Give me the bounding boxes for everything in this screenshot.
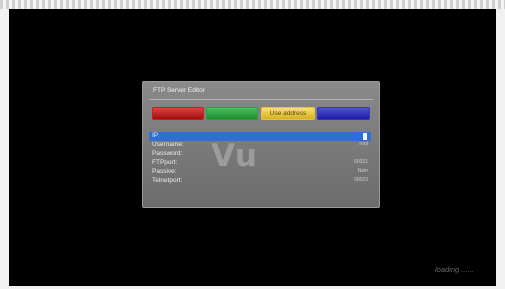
- field-label: Username:: [152, 141, 184, 148]
- field-label: Passive:: [152, 168, 177, 175]
- tv-screen: FTP Server Editor Use address Vu IP User…: [9, 9, 496, 286]
- top-edge-strip: [0, 0, 505, 9]
- field-value: 00021: [354, 159, 368, 165]
- field-row-ip[interactable]: IP: [149, 132, 371, 141]
- text-cursor-icon: [363, 133, 367, 140]
- loading-indicator: loading ......: [435, 265, 474, 274]
- field-row-password[interactable]: Password:: [149, 150, 371, 159]
- field-row-ftpport[interactable]: FTPport: 00021: [149, 159, 371, 168]
- field-label: IP: [152, 132, 159, 139]
- field-value: Nein: [357, 168, 368, 174]
- field-row-passive[interactable]: Passive: Nein: [149, 168, 371, 177]
- field-row-telnetport[interactable]: Telnetport: 00023: [149, 177, 371, 186]
- red-button[interactable]: [152, 107, 204, 120]
- title-divider: [149, 99, 373, 100]
- ftp-server-editor-dialog: FTP Server Editor Use address Vu IP User…: [142, 81, 380, 208]
- field-label: Telnetport:: [152, 177, 183, 184]
- field-row-username[interactable]: Username: root: [149, 141, 371, 150]
- field-label: FTPport:: [152, 159, 178, 166]
- green-button[interactable]: [206, 107, 258, 120]
- field-value: 00023: [354, 177, 368, 183]
- field-value: root: [359, 141, 368, 147]
- field-label: Password:: [152, 150, 183, 157]
- use-address-button[interactable]: Use address: [261, 107, 315, 120]
- dialog-title: FTP Server Editor: [153, 87, 205, 94]
- blue-button[interactable]: [317, 107, 370, 120]
